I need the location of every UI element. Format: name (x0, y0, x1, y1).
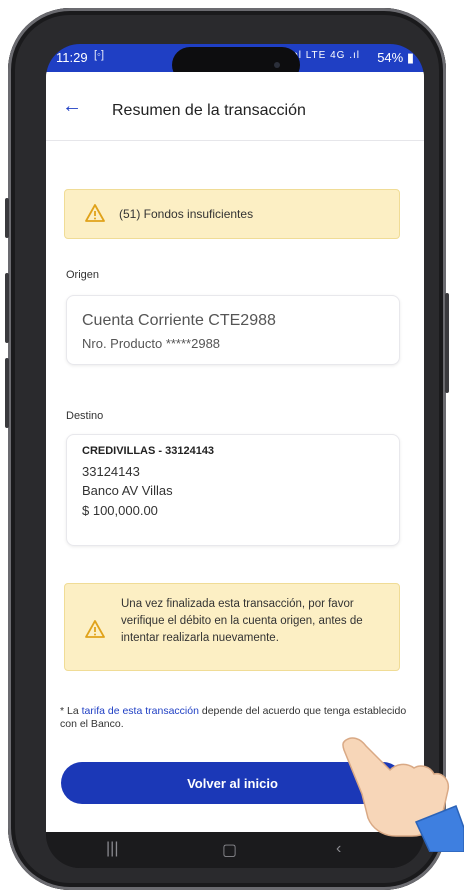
destination-name: CREDIVILLAS - 33124143 (82, 445, 215, 457)
back-arrow-icon[interactable]: ← (62, 96, 82, 116)
destination-amount: $ 100,000.00 (82, 503, 158, 518)
destination-card: CREDIVILLAS - 33124143 33124143 Banco AV… (66, 434, 400, 546)
side-button (5, 198, 9, 238)
status-time: 11:29 (56, 50, 88, 65)
warning-icon (85, 204, 105, 222)
error-alert: (51) Fondos insuficientes (64, 189, 400, 239)
cast-icon: [◦] (94, 49, 105, 61)
front-camera-icon (274, 62, 280, 68)
page-title: Resumen de la transacción (112, 102, 306, 119)
volume-up-button (5, 273, 9, 343)
back-to-home-label: Volver al inicio (187, 775, 278, 791)
origin-card: Cuenta Corriente CTE2988 Nro. Producto *… (66, 295, 400, 365)
info-alert: Una vez finalizada esta transacción, por… (64, 583, 400, 671)
app-screen: ← Resumen de la transacción (51) Fondos … (46, 72, 424, 832)
destination-bank: Banco AV Villas (82, 483, 173, 498)
warning-icon (85, 620, 105, 638)
origin-product-number: Nro. Producto *****2988 (82, 336, 221, 351)
pointing-hand-icon (342, 737, 464, 852)
error-alert-text: (51) Fondos insuficientes (119, 207, 254, 221)
fee-footnote: * La tarifa de esta transacción depende … (60, 705, 410, 731)
main-content: (51) Fondos insuficientes Origen Cuenta … (46, 141, 424, 832)
app-header: ← Resumen de la transacción (46, 72, 424, 141)
info-alert-text: Una vez finalizada esta transacción, por… (121, 598, 363, 644)
battery-level: 54% ▮ (377, 50, 414, 65)
home-icon[interactable]: ▢ (222, 840, 237, 860)
recents-icon[interactable]: ||| (106, 840, 118, 858)
origin-label: Origen (66, 269, 100, 281)
volume-down-button (5, 358, 9, 428)
power-button (445, 293, 449, 393)
destination-account: 33124143 (82, 464, 140, 479)
footnote-prefix: * La (60, 705, 82, 717)
origin-account-name: Cuenta Corriente CTE2988 (82, 312, 276, 329)
destination-label: Destino (66, 410, 104, 422)
fee-link[interactable]: tarifa de esta transacción (82, 705, 199, 717)
